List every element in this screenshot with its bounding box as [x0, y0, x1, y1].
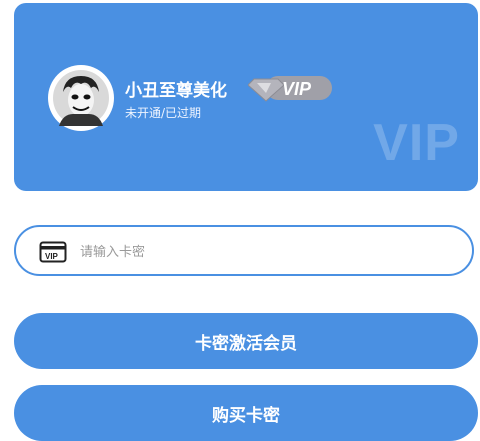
svg-text:VIP: VIP — [45, 252, 59, 261]
vip-card-icon: VIP — [39, 241, 67, 263]
vip-watermark: VIP — [373, 114, 460, 172]
vip-status-card: 小丑至尊美化 未开通/已过期 VIP VIP — [14, 3, 478, 191]
username: 小丑至尊美化 — [125, 81, 227, 101]
vip-badge-label: VIP — [282, 79, 312, 99]
membership-status: 未开通/已过期 — [125, 106, 202, 120]
joker-avatar-icon — [53, 70, 109, 126]
card-key-input[interactable] — [78, 235, 462, 269]
buy-card-key-button[interactable]: 购买卡密 — [14, 385, 478, 441]
card-key-field: VIP — [14, 225, 474, 276]
avatar[interactable] — [48, 65, 114, 131]
vip-badge: VIP — [248, 73, 334, 103]
activate-membership-button[interactable]: 卡密激活会员 — [14, 313, 478, 369]
